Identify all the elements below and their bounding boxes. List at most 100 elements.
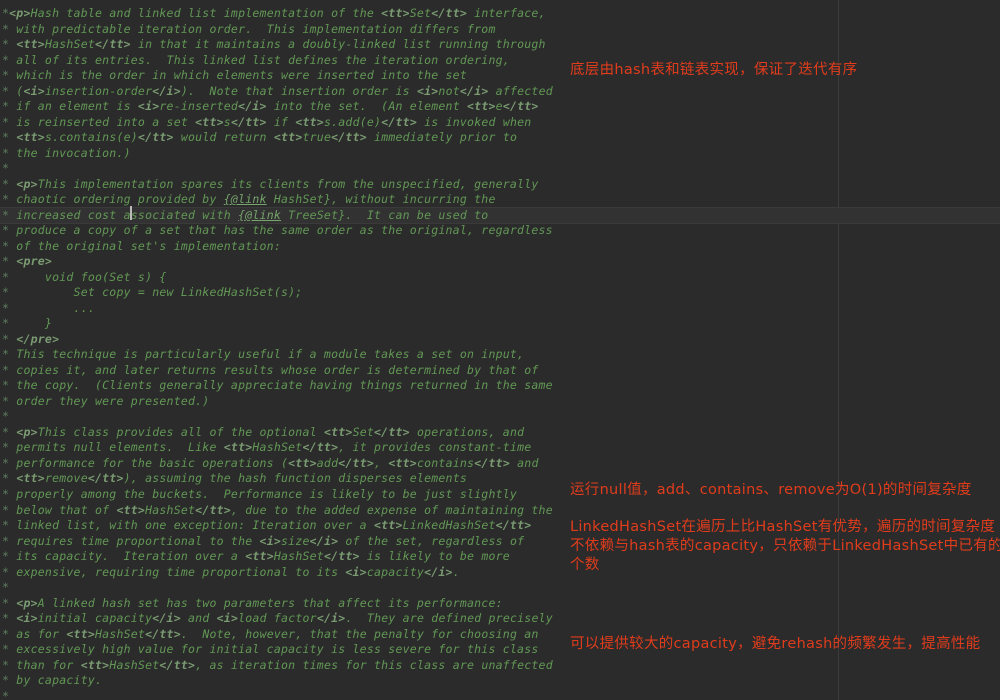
code-line[interactable]: * permits null elements. Like <tt>HashSe…: [0, 440, 1000, 456]
code-token-tag: <tt>: [16, 37, 45, 52]
code-line[interactable]: * <i>initial capacity</i> and <i>load fa…: [0, 611, 1000, 627]
code-line[interactable]: * if an element is <i>re-inserted</i> in…: [0, 99, 1000, 115]
code-token-tag: </tt>: [87, 471, 124, 486]
code-line[interactable]: * of the original set's implementation:: [0, 239, 1000, 255]
code-token-text: s: [223, 114, 231, 129]
code-token-tag: <tt>: [388, 455, 417, 470]
code-token-text: e: [495, 99, 503, 114]
code-token-text: excessively high value for initial capac…: [9, 642, 539, 657]
code-token-text: HashSet: [145, 502, 196, 517]
code-token-tag: <i>: [137, 99, 160, 114]
code-token-tag: <i>: [259, 533, 282, 548]
annotation-line: 个数: [570, 557, 600, 573]
code-token-text: HashSet: [109, 657, 160, 672]
code-token-text: , without incurring the: [331, 192, 496, 207]
code-token-text: contains: [416, 455, 475, 470]
code-token-text: , it provides constant-time: [338, 440, 532, 455]
annotation-line: 运行null值，add、contains、remove为O(1)的时间复杂度: [570, 482, 972, 498]
code-token-text: .: [452, 564, 460, 579]
code-token-text: add: [316, 455, 339, 470]
code-token-text: size: [281, 533, 310, 548]
code-token-text: capacity: [366, 564, 425, 579]
code-line[interactable]: * This technique is particularly useful …: [0, 347, 1000, 363]
code-line[interactable]: * with predictable iteration order. This…: [0, 22, 1000, 38]
code-line[interactable]: * (<i>insertion-order</i>). Note that in…: [0, 84, 1000, 100]
code-token-tag: </i>: [238, 99, 267, 114]
code-line[interactable]: *: [0, 161, 1000, 177]
code-token-tag: <tt>: [381, 6, 410, 20]
annot-iteration-order: 底层由hash表和链表实现，保证了迭代有序: [570, 61, 857, 80]
code-token-tag: <tt>: [195, 114, 224, 129]
code-token-text: This class provides all of the optional: [37, 424, 324, 439]
code-line[interactable]: * <pre>: [0, 254, 1000, 270]
code-token-tag: <tt>: [116, 502, 146, 517]
code-token-tag: <tt>: [16, 130, 45, 145]
code-token-text: produce a copy of a set that has the sam…: [9, 223, 553, 238]
code-line[interactable]: *: [0, 580, 1000, 596]
code-token-text: by capacity.: [9, 673, 103, 688]
code-line[interactable]: *: [0, 409, 1000, 425]
code-token-tag: <tt>: [467, 99, 496, 114]
javadoc-asterisk: *: [2, 580, 10, 595]
code-line[interactable]: * </pre>: [0, 332, 1000, 348]
code-token-text: all of its entries. This linked list def…: [9, 52, 510, 67]
code-token-text: operations, and: [409, 424, 525, 439]
code-line[interactable]: * <tt>HashSet</tt> in that it maintains …: [0, 37, 1000, 53]
code-line[interactable]: * the invocation.): [0, 146, 1000, 162]
code-line[interactable]: * <p>This class provides all of the opti…: [0, 425, 1000, 441]
code-token-tag: <p>: [16, 595, 38, 610]
code-token-tag: <tt>: [295, 114, 324, 129]
code-line[interactable]: * produce a copy of a set that has the s…: [0, 223, 1000, 239]
code-token-text: the invocation.): [9, 145, 131, 160]
code-line[interactable]: * void foo(Set s) {: [0, 270, 1000, 286]
code-token-text: in that it maintains a doubly-linked lis…: [130, 37, 546, 52]
code-token-text: not: [438, 83, 460, 98]
code-line[interactable]: *<p>Hash table and linked list implement…: [0, 6, 1000, 22]
code-line[interactable]: * the copy. (Clients generally appreciat…: [0, 378, 1000, 394]
code-line[interactable]: * below that of <tt>HashSet</tt>, due to…: [0, 503, 1000, 519]
annotation-line: 不依赖与hash表的capacity，只依赖于LinkedHashSet中已有的…: [570, 538, 1000, 554]
code-token-text: if: [266, 114, 296, 129]
code-token-text: than for: [9, 657, 81, 672]
code-token-ref: TreeSet}: [288, 207, 346, 222]
code-line[interactable]: * copies it, and later returns results w…: [0, 363, 1000, 379]
code-token-text: (: [9, 83, 24, 98]
code-line[interactable]: * performance for the basic operations (…: [0, 456, 1000, 472]
code-token-tag: <i>: [345, 564, 367, 579]
code-editor[interactable]: *<p>Hash table and linked list implement…: [0, 0, 1000, 700]
code-line[interactable]: * }: [0, 316, 1000, 332]
code-line[interactable]: * <p>This implementation spares its clie…: [0, 177, 1000, 193]
code-token-text: ). Note that insertion order is: [180, 83, 417, 98]
code-token-tag: </tt>: [145, 626, 181, 641]
code-text-area[interactable]: *<p>Hash table and linked list implement…: [0, 0, 1000, 700]
code-token-tag: <p>: [16, 176, 38, 191]
code-token-ref: HashSet}: [273, 192, 332, 207]
code-token-text: copies it, and later returns results who…: [9, 362, 539, 377]
code-token-tag: </tt>: [95, 37, 131, 52]
code-token-tag: <tt>: [80, 657, 110, 672]
code-line[interactable]: * <p>A linked hash set has two parameter…: [0, 596, 1000, 612]
code-token-text: of the original set's implementation:: [9, 238, 281, 253]
code-token-text: requires time proportional to the: [9, 533, 260, 548]
code-token-text: . Note, however, that the penalty for ch…: [180, 626, 539, 641]
code-token-text: A linked hash set has two parameters tha…: [37, 595, 503, 610]
code-token-tag: </i>: [152, 83, 181, 98]
code-token-tag: <tt>: [374, 518, 403, 533]
code-line[interactable]: *: [0, 689, 1000, 700]
code-line[interactable]: * is reinserted into a set <tt>s</tt> if…: [0, 115, 1000, 131]
code-line[interactable]: * ...: [0, 301, 1000, 317]
code-token-tag: </pre>: [16, 331, 60, 346]
code-line[interactable]: * order they were presented.): [0, 394, 1000, 410]
code-line[interactable]: * <tt>s.contains(e)</tt> would return <t…: [0, 130, 1000, 146]
code-token-tag: <tt>: [66, 626, 96, 641]
code-line[interactable]: * by capacity.: [0, 673, 1000, 689]
code-line[interactable]: * chaotic ordering provided by {@link Ha…: [0, 192, 1000, 208]
code-token-text: Hash table and linked list implementatio…: [30, 6, 382, 20]
code-line[interactable]: * Set copy = new LinkedHashSet(s);: [0, 285, 1000, 301]
code-line[interactable]: * increased cost associated with {@link …: [0, 206, 1000, 224]
annot-capacity-rehash: 可以提供较大的capacity，避免rehash的频繁发生，提高性能: [570, 635, 980, 654]
code-token-tag: </tt>: [159, 657, 196, 672]
code-token-text: affected: [488, 83, 553, 98]
code-line[interactable]: * than for <tt>HashSet</tt>, as iteratio…: [0, 658, 1000, 674]
